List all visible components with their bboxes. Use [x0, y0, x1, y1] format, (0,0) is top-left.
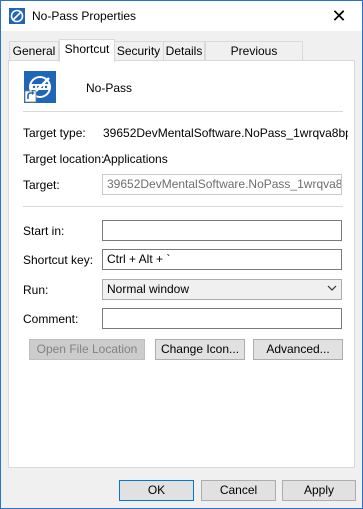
properties-window: No-Pass Properties ✕ General Shortcut Se…: [0, 0, 363, 509]
tab-previous-versions[interactable]: Previous Versions: [205, 41, 303, 77]
window-title: No-Pass Properties: [32, 9, 137, 23]
shortcut-panel: No-Pass Target type: 39652DevMentalSoftw…: [8, 60, 355, 468]
close-button[interactable]: ✕: [316, 1, 362, 31]
comment-field[interactable]: [102, 308, 342, 329]
tab-security[interactable]: Security: [113, 41, 164, 61]
no-pass-title-icon: [9, 8, 25, 24]
separator: [23, 206, 343, 207]
open-file-location-button[interactable]: Open File Location: [29, 339, 145, 360]
change-icon-button[interactable]: Change Icon...: [155, 339, 245, 360]
target-type-value: 39652DevMentalSoftware.NoPass_1wrqva8bpe…: [103, 126, 348, 140]
comment-label: Comment:: [23, 312, 79, 326]
target-location-label: Target location:: [23, 152, 105, 166]
target-label: Target:: [23, 178, 60, 192]
tab-general[interactable]: General: [9, 41, 59, 61]
run-select-value: Normal window: [107, 282, 190, 296]
tab-shortcut[interactable]: Shortcut: [59, 39, 115, 62]
chevron-down-icon: [327, 285, 337, 291]
cancel-button[interactable]: Cancel: [201, 480, 276, 501]
ok-button[interactable]: OK: [119, 480, 194, 501]
apply-button[interactable]: Apply: [282, 480, 356, 501]
no-pass-icon: [24, 71, 56, 103]
start-in-field[interactable]: [102, 220, 342, 241]
target-field[interactable]: 39652DevMentalSoftware.NoPass_1wrqva8bpe…: [102, 174, 342, 195]
tab-details[interactable]: Details: [163, 41, 205, 61]
target-type-label: Target type:: [23, 126, 86, 140]
shortcut-key-field[interactable]: Ctrl + Alt + `: [102, 249, 342, 270]
close-icon: ✕: [331, 5, 347, 26]
shortcut-key-label: Shortcut key:: [23, 253, 94, 267]
separator: [23, 111, 343, 112]
target-location-value: Applications: [103, 152, 168, 166]
advanced-button[interactable]: Advanced...: [253, 339, 343, 360]
app-name: No-Pass: [86, 81, 133, 95]
title-bar: No-Pass Properties ✕: [1, 1, 362, 31]
run-label: Run:: [23, 283, 49, 297]
start-in-label: Start in:: [23, 224, 65, 238]
run-select[interactable]: Normal window: [102, 279, 342, 300]
